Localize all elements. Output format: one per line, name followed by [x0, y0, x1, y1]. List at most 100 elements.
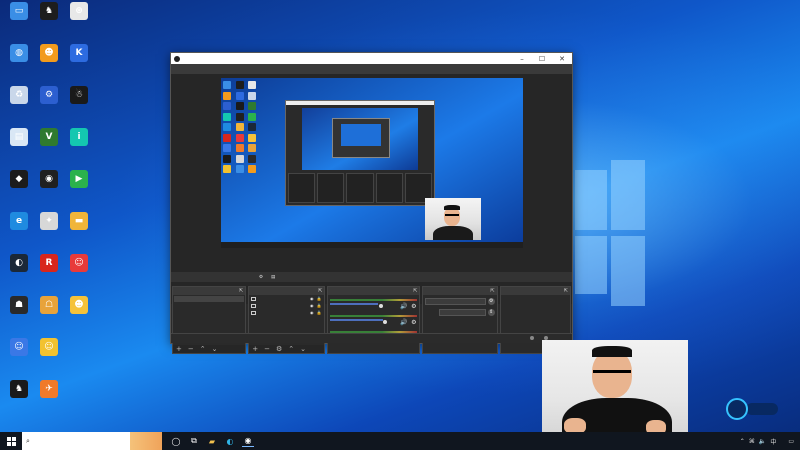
task-view-icon[interactable]: ◯ — [170, 435, 182, 447]
audio-meter — [330, 299, 418, 301]
desktop-icon[interactable]: ♞ — [34, 2, 64, 34]
remove-icon[interactable]: − — [264, 345, 270, 353]
tray-chevron-icon[interactable]: ⌃ — [740, 438, 745, 445]
desktop-icon[interactable]: R — [34, 254, 64, 286]
desktop-icon[interactable]: V — [34, 128, 64, 160]
duration-input[interactable] — [439, 309, 486, 316]
start-button[interactable] — [0, 432, 22, 450]
app-icon: ◐ — [10, 254, 28, 272]
app-icon: ☖ — [40, 296, 58, 314]
gear-icon[interactable]: ⚙ — [411, 319, 416, 326]
desktop-icon[interactable]: ☖ — [34, 296, 64, 328]
monitor-icon — [251, 310, 257, 315]
desktop-icon[interactable]: ☻ — [64, 296, 94, 328]
desktop-icon[interactable]: ◆ — [4, 170, 34, 202]
add-icon[interactable]: + — [176, 345, 182, 353]
remove-icon[interactable]: − — [188, 345, 194, 353]
obs-taskbar-icon[interactable]: ◉ — [242, 435, 254, 447]
volume-slider-handle[interactable] — [383, 320, 388, 324]
desktop-icon[interactable]: ☺ — [34, 338, 64, 370]
desktop-icon[interactable]: ☗ — [4, 296, 34, 328]
file-explorer-icon[interactable]: ▰ — [206, 435, 218, 447]
desktop-icon[interactable]: ♻ — [4, 86, 34, 118]
transition-type-select[interactable] — [425, 298, 486, 305]
desktop-icon[interactable]: ◍ — [4, 44, 34, 76]
app-icon: ♞ — [40, 2, 58, 20]
volume-slider[interactable] — [330, 303, 379, 305]
chevron-up-icon[interactable]: ⌃ — [288, 345, 294, 353]
dock-float-icon[interactable]: ⇱ — [318, 287, 322, 295]
taskbar-search-box[interactable]: ⌕ — [22, 432, 162, 450]
nested-obs-window — [285, 100, 435, 206]
desktop-icon[interactable]: ▬ — [64, 212, 94, 244]
dock-float-icon[interactable]: ⇱ — [413, 287, 417, 295]
dock-float-icon[interactable]: ⇱ — [491, 287, 495, 295]
sources-toolbar: + − ⚙ ⌃ ⌄ — [249, 345, 325, 353]
gear-icon[interactable]: ⚙ — [276, 345, 282, 353]
volume-slider-handle[interactable] — [378, 304, 383, 308]
gear-icon[interactable]: ⚙ — [411, 303, 416, 310]
desktop-icon[interactable]: ⊛ — [64, 2, 94, 34]
source-item[interactable]: ◉ 🔒 — [249, 295, 324, 302]
desktop-icon[interactable]: ☃ — [64, 86, 94, 118]
source-item[interactable]: ◉ 🔒 — [249, 309, 324, 316]
lock-icon[interactable]: 🔒 — [316, 296, 321, 301]
chevron-down-icon[interactable]: ⌄ — [300, 345, 306, 353]
obs-title-bar[interactable]: – ☐ ✕ — [171, 53, 572, 64]
desktop-icon[interactable]: ☻ — [34, 44, 64, 76]
cpu-monitor-widget[interactable] — [726, 398, 778, 420]
desktop-icon[interactable]: e — [4, 212, 34, 244]
preview-taskbar — [221, 242, 523, 248]
lock-icon[interactable]: 🔒 — [316, 310, 321, 315]
desktop-icon[interactable]: ☺ — [4, 338, 34, 370]
chevron-down-icon[interactable]: ⌄ — [212, 345, 218, 353]
filters-button[interactable]: ▤ — [271, 275, 275, 280]
minimize-icon[interactable]: – — [512, 55, 532, 63]
source-item[interactable]: ◉ 🔒 — [249, 302, 324, 309]
desktop-icon[interactable]: ♞ — [4, 380, 34, 412]
spin-icon[interactable]: ⇕ — [487, 309, 495, 316]
task-switch-icon[interactable]: ⧉ — [188, 435, 200, 447]
desktop-icon[interactable]: ▶ — [64, 170, 94, 202]
edge-icon[interactable]: ◐ — [224, 435, 236, 447]
system-tray: ⌃ ⌘ 🔈 中 ▭ — [740, 432, 800, 450]
desktop-icon[interactable]: ✈ — [34, 380, 64, 412]
obs-window[interactable]: – ☐ ✕ ⚙ ▤ ⇱ + − ⌃ ⌄ ⇱ ◉ 🔒 ◉ 🔒 ◉ 🔒 + − ⚙ … — [170, 52, 573, 354]
dock-float-icon[interactable]: ⇱ — [564, 287, 568, 295]
desktop-icon[interactable]: ✦ — [34, 212, 64, 244]
gear-icon[interactable]: ⚙ — [487, 298, 495, 305]
app-icon: ▭ — [10, 2, 28, 20]
desktop-icon[interactable]: i — [64, 128, 94, 160]
chevron-up-icon[interactable]: ⌃ — [200, 345, 206, 353]
network-icon[interactable]: ⌘ — [749, 438, 755, 445]
desktop-icon[interactable]: ▤ — [4, 128, 34, 160]
mixer-track: 🔊⚙ — [328, 295, 419, 311]
desktop-icon[interactable]: ⚙ — [34, 86, 64, 118]
volume-icon[interactable]: 🔈 — [759, 438, 766, 445]
notification-icon[interactable]: ▭ — [788, 438, 794, 445]
speaker-icon[interactable]: 🔊 — [400, 303, 407, 310]
desktop-icon[interactable]: ▭ — [4, 2, 34, 34]
rec-dot-icon — [544, 335, 548, 340]
eye-icon[interactable]: ◉ — [310, 310, 314, 315]
desktop-icon[interactable]: K — [64, 44, 94, 76]
desktop-icon[interactable]: ☺ — [64, 254, 94, 286]
scene-item[interactable] — [174, 296, 245, 302]
lock-icon[interactable]: 🔒 — [316, 303, 321, 308]
close-icon[interactable]: ✕ — [552, 55, 572, 63]
eye-icon[interactable]: ◉ — [310, 303, 314, 308]
dock-float-icon[interactable]: ⇱ — [239, 287, 243, 295]
speaker-icon[interactable]: 🔊 — [400, 319, 407, 326]
live-dot-icon — [530, 335, 534, 340]
ime-icon[interactable]: 中 — [770, 437, 776, 446]
preview-canvas[interactable] — [221, 78, 523, 248]
volume-slider[interactable] — [330, 319, 383, 321]
add-icon[interactable]: + — [252, 345, 258, 353]
eye-icon[interactable]: ◉ — [310, 296, 314, 301]
scenes-toolbar: + − ⌃ ⌄ — [173, 345, 246, 353]
desktop-icon[interactable]: ◉ — [34, 170, 64, 202]
maximize-icon[interactable]: ☐ — [532, 55, 552, 63]
desktop-icon[interactable]: ◐ — [4, 254, 34, 286]
properties-button[interactable]: ⚙ — [259, 275, 263, 280]
obs-preview-area[interactable]: ⚙ ▤ ⇱ + − ⌃ ⌄ ⇱ ◉ 🔒 ◉ 🔒 ◉ 🔒 + − ⚙ ⌃ ⌄ ⇱ … — [171, 74, 572, 354]
